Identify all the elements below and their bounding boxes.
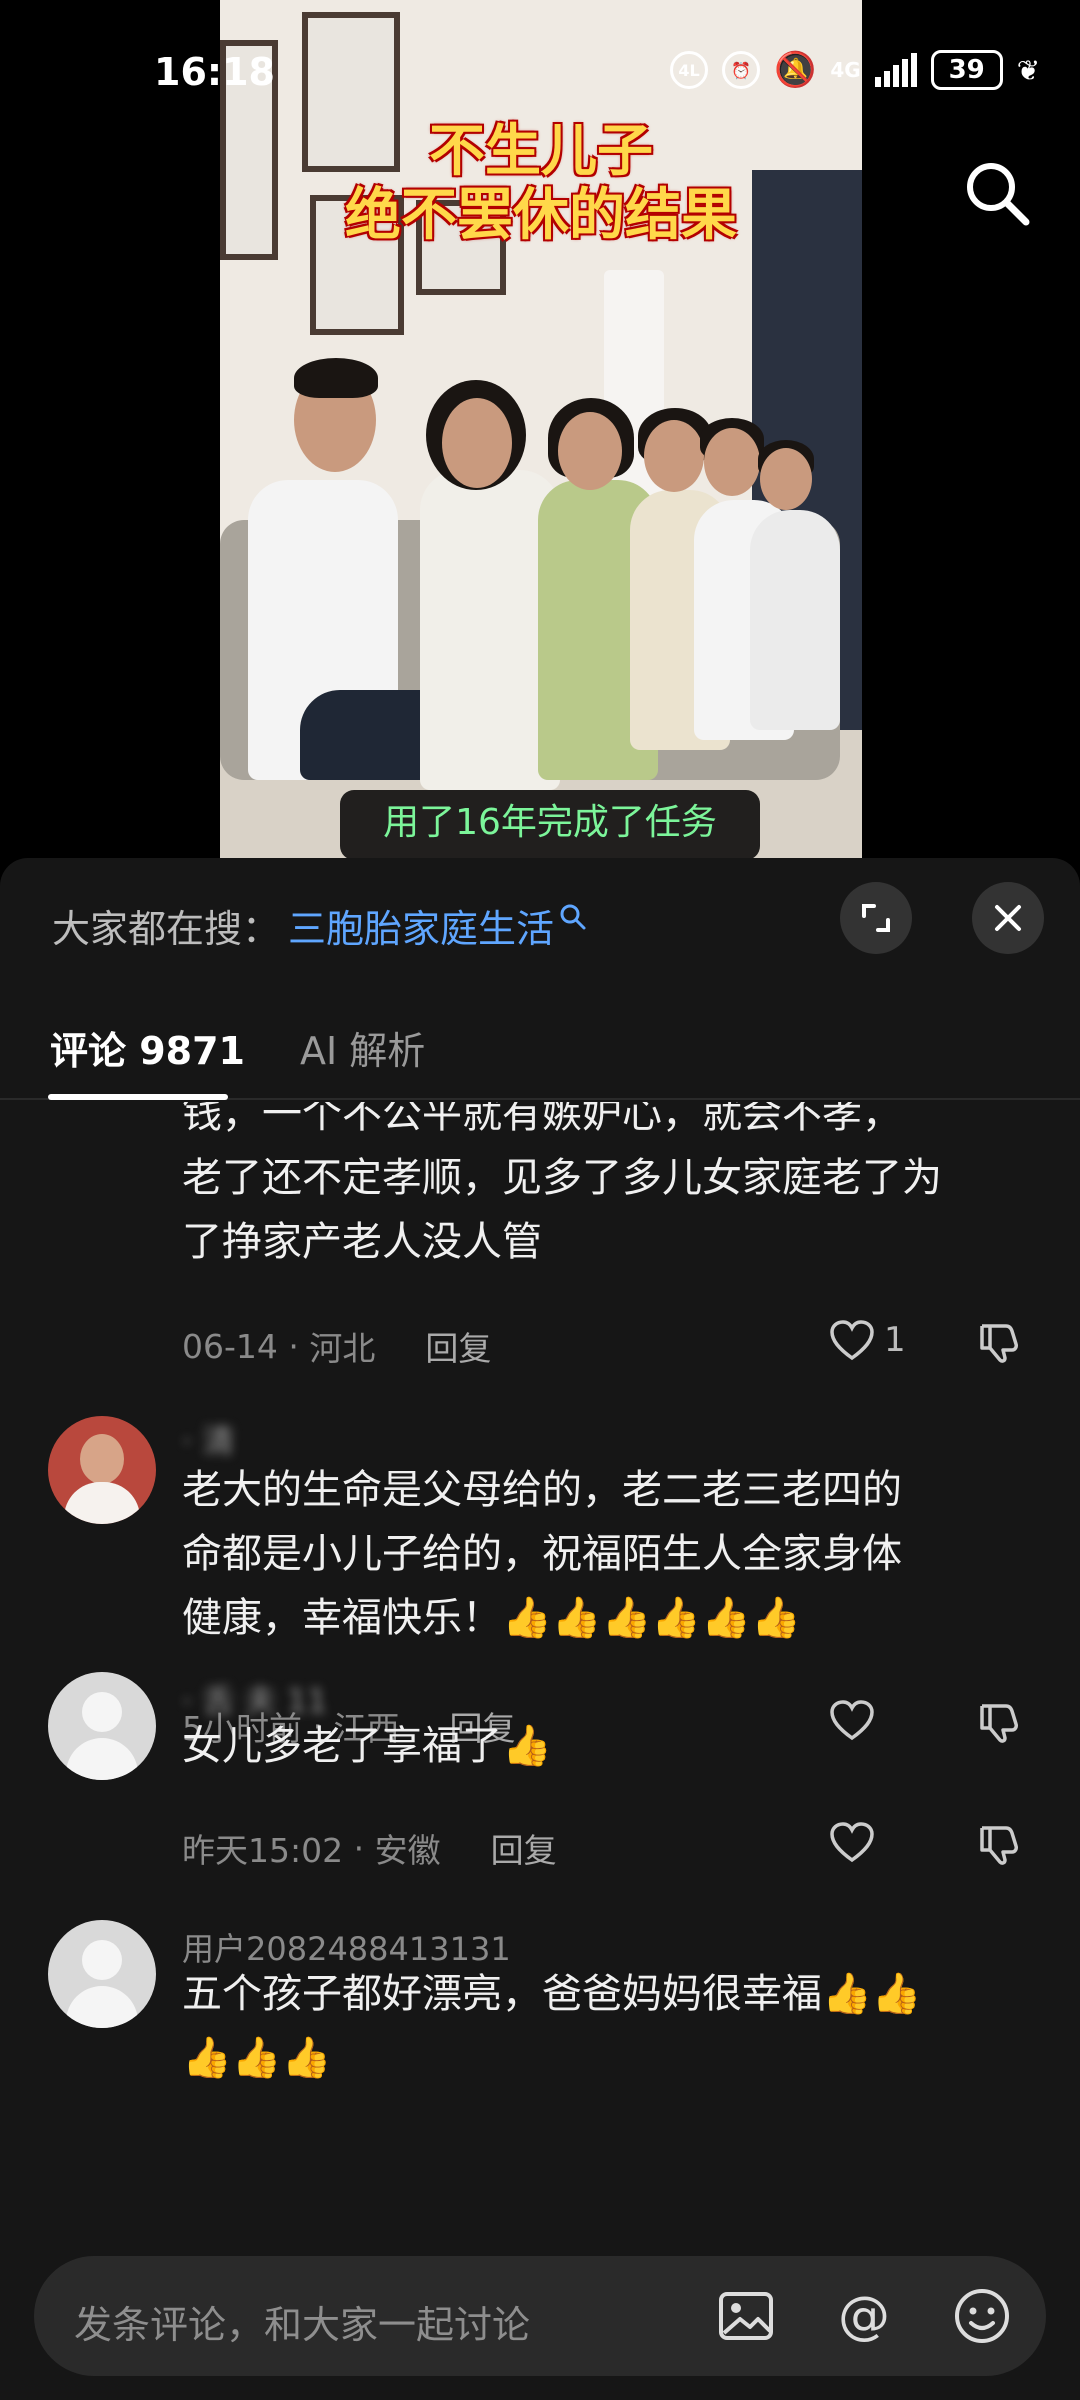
- search-small-icon: [560, 904, 586, 929]
- like-button[interactable]: 1: [828, 1318, 906, 1362]
- heart-icon: [830, 1320, 874, 1361]
- comment-date: 06-14: [182, 1326, 278, 1366]
- battery-level: 39: [948, 55, 985, 85]
- comment-text: 老大的生命是父母给的，老二老三老四的 命都是小儿子给的，祝福陌生人全家身体 健康…: [182, 1467, 902, 1641]
- comment-date: 昨天15:02: [182, 1831, 344, 1870]
- emoji-icon[interactable]: [952, 2286, 1012, 2346]
- video-subtitle: 用了16年完成了任务: [340, 790, 760, 860]
- hot-search-link[interactable]: 三胞胎家庭生活: [288, 898, 554, 953]
- status-time: 16:18: [154, 50, 275, 94]
- comment-tabs: 评论 9871 AI 解析: [0, 998, 1080, 1100]
- alarm-icon: ⏰: [722, 51, 760, 89]
- signal-icon: [874, 53, 917, 87]
- leaf-icon: ❦: [1016, 53, 1041, 87]
- comment-input[interactable]: 发条评论，和大家一起讨论: [74, 2294, 530, 2349]
- reply-button[interactable]: 回复: [491, 1824, 557, 1872]
- hot-search: 大家都在搜： 三胞胎家庭生活: [52, 898, 588, 953]
- comment-text: 钱，一个不公平就有嫉妒心，就会不孝， 老了还不定孝顺，见多了多儿女家庭老了为 了…: [182, 1102, 942, 1265]
- comment-sheet: 大家都在搜： 三胞胎家庭生活 评论 9871 AI 解析 钱，一个不公平就有嫉妒…: [0, 858, 1080, 2400]
- tab-active-indicator: [48, 1094, 228, 1100]
- comment-location: 河北: [309, 1329, 376, 1368]
- comment-text: 五个孩子都好漂亮，爸爸妈妈很幸福👍👍 👍👍👍: [182, 1971, 922, 2081]
- comment-meta: 06-14 · 河北 回复: [182, 1322, 491, 1370]
- expand-button[interactable]: [840, 882, 912, 954]
- comment-username[interactable]: · 清: [182, 1416, 234, 1462]
- hot-search-label: 大家都在搜：: [52, 907, 281, 951]
- mention-icon[interactable]: @: [834, 2286, 894, 2346]
- data-saver-icon: 4L: [670, 51, 708, 89]
- comment-text: 女儿多老了享福了👍: [182, 1723, 552, 1769]
- dislike-button[interactable]: [976, 1320, 1020, 1368]
- close-button[interactable]: [972, 882, 1044, 954]
- like-count: 1: [884, 1320, 906, 1360]
- comment-input-bar[interactable]: 发条评论，和大家一起讨论 @: [34, 2256, 1046, 2376]
- thumbs-down-icon: [980, 1826, 1018, 1865]
- battery-icon: 39: [930, 50, 1003, 90]
- heart-icon: [830, 1822, 874, 1863]
- mute-icon: 🔕: [774, 50, 817, 90]
- thumbs-down-icon: [980, 1324, 1018, 1363]
- avatar[interactable]: [48, 1416, 156, 1524]
- comment-list[interactable]: 钱，一个不公平就有嫉妒心，就会不孝， 老了还不定孝顺，见多了多儿女家庭老了为 了…: [0, 1102, 1080, 2112]
- video-title-line2: 绝不罢休的结果: [345, 183, 737, 248]
- like-button[interactable]: [828, 1820, 876, 1864]
- network-label: 4G: [830, 58, 861, 82]
- image-icon[interactable]: [716, 2286, 776, 2346]
- status-bar: 16:18 4L ⏰ 🔕 4G 39 ❦: [0, 0, 1080, 140]
- close-icon: [995, 905, 1021, 931]
- expand-icon: [862, 904, 890, 932]
- video-player[interactable]: 不生儿子 绝不罢休的结果 用了16年完成了任务 16:18 4L ⏰ 🔕 4G …: [0, 0, 1080, 860]
- dislike-button[interactable]: [976, 1822, 1020, 1870]
- reply-button[interactable]: 回复: [425, 1322, 491, 1370]
- tab-comments[interactable]: 评论 9871: [50, 1020, 245, 1075]
- avatar[interactable]: [48, 1920, 156, 2028]
- tab-ai-analysis[interactable]: AI 解析: [300, 1020, 425, 1075]
- comment-location: 安徽: [374, 1831, 441, 1870]
- comment-meta: 昨天15:02 · 安徽 回复: [182, 1824, 557, 1872]
- search-icon[interactable]: [962, 158, 1032, 228]
- avatar[interactable]: [48, 1672, 156, 1780]
